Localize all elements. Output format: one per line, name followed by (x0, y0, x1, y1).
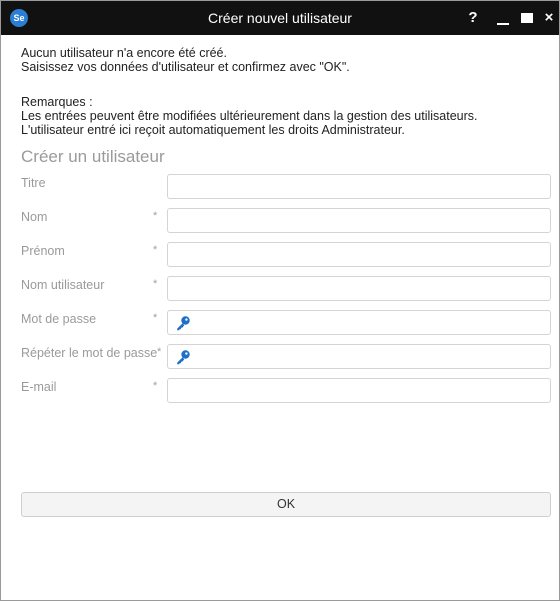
remarks-line-1: Les entrées peuvent être modifiées ultér… (21, 109, 478, 123)
maximize-icon (521, 13, 533, 23)
required-marker: * (153, 380, 158, 392)
form-heading: Créer un utilisateur (21, 147, 165, 166)
title-input[interactable] (167, 174, 551, 199)
key-icon (177, 316, 190, 331)
password-input[interactable] (167, 310, 551, 335)
email-input[interactable] (167, 378, 551, 403)
email-label: E-mail (21, 380, 57, 394)
username-input[interactable] (167, 276, 551, 301)
ok-button[interactable]: OK (21, 492, 551, 517)
last-name-input[interactable] (167, 208, 551, 233)
required-marker: * (157, 346, 162, 358)
title-label: Titre (21, 176, 46, 190)
title-bar[interactable]: Se Créer nouvel utilisateur ? × (1, 1, 559, 35)
first-name-label: Prénom (21, 244, 65, 258)
repeat-password-label: Répéter le mot de passe (21, 346, 158, 360)
username-label: Nom utilisateur (21, 278, 105, 292)
intro-line-2: Saisissez vos données d'utilisateur et c… (21, 60, 350, 74)
close-button[interactable]: × (537, 1, 560, 35)
password-label: Mot de passe (21, 312, 97, 326)
required-marker: * (153, 244, 158, 256)
create-user-dialog: Se Créer nouvel utilisateur ? × Aucun ut… (0, 0, 560, 601)
repeat-password-input[interactable] (167, 344, 551, 369)
required-marker: * (153, 210, 158, 222)
minimize-icon (497, 23, 509, 25)
required-marker: * (153, 312, 158, 324)
remarks-heading: Remarques : (21, 95, 93, 109)
help-button[interactable]: ? (461, 1, 485, 35)
maximize-button[interactable] (515, 1, 539, 35)
first-name-input[interactable] (167, 242, 551, 267)
intro-line-1: Aucun utilisateur n'a encore été créé. (21, 46, 227, 60)
minimize-button[interactable] (491, 1, 515, 35)
remarks-line-2: L'utilisateur entré ici reçoit automatiq… (21, 123, 405, 137)
key-icon (177, 350, 190, 365)
required-marker: * (153, 278, 158, 290)
last-name-label: Nom (21, 210, 48, 224)
